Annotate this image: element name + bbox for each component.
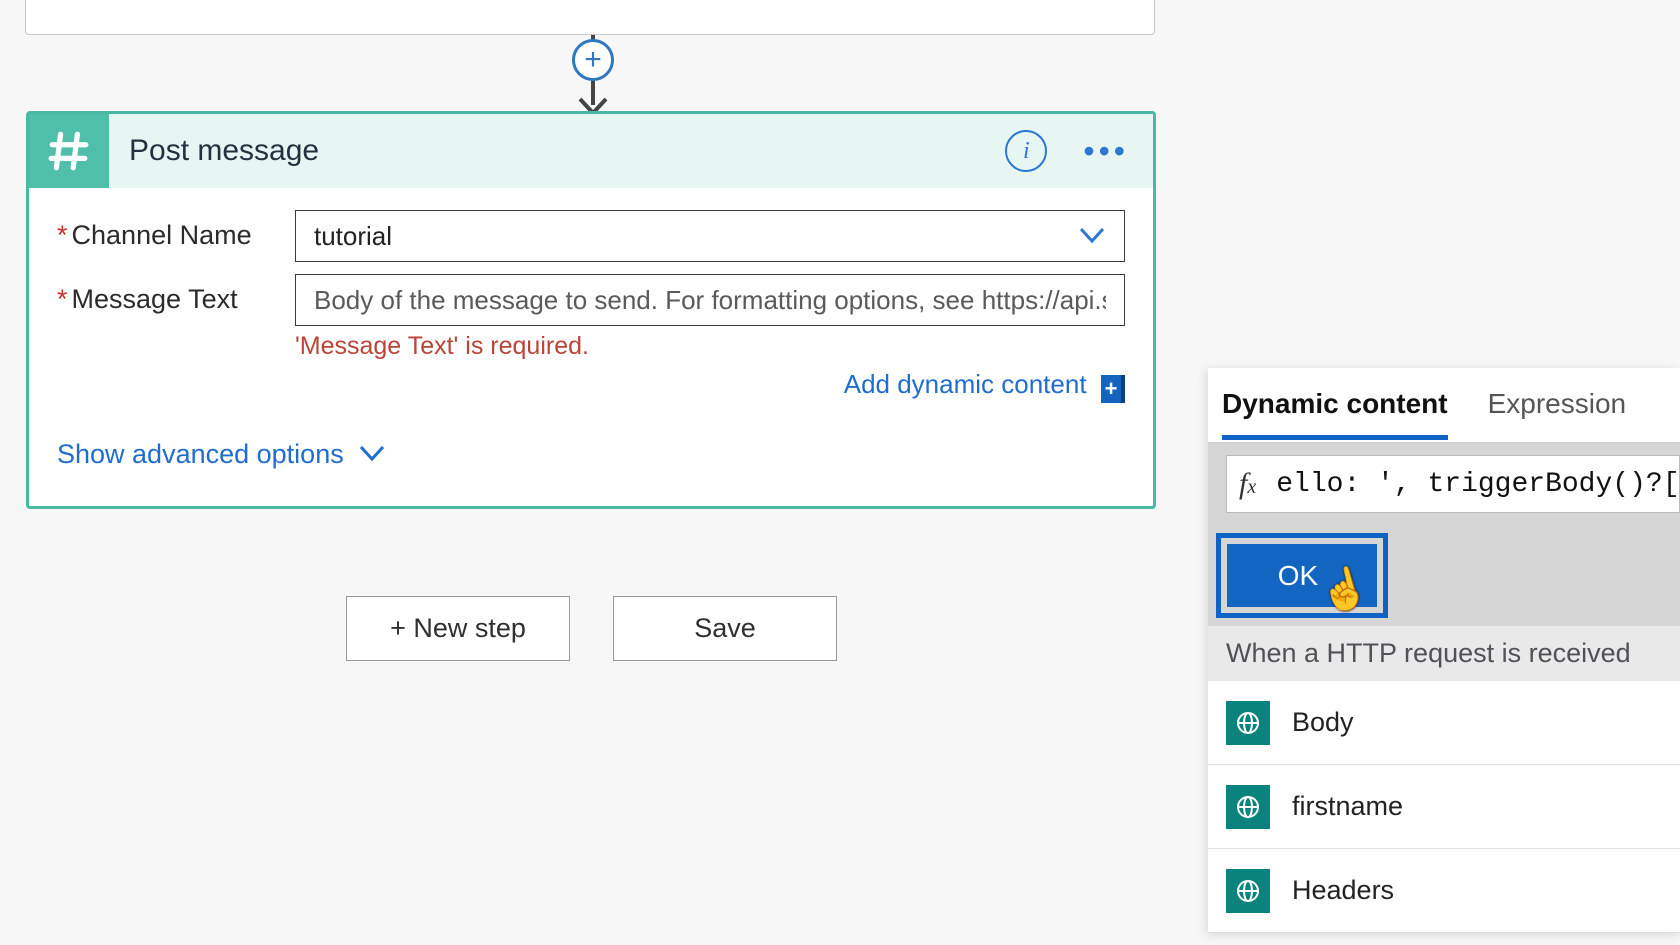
channel-name-select[interactable]: tutorial [295,210,1125,262]
channel-name-label: *Channel Name [57,210,295,251]
ok-button-highlight: OK ☝ [1216,533,1388,618]
dynamic-item-label: Body [1292,707,1354,738]
http-icon [1226,701,1270,745]
dynamic-content-panel: Dynamic content Expression fx ello: ', t… [1208,368,1680,933]
chevron-down-icon [358,439,386,470]
tab-expression[interactable]: Expression [1488,370,1627,440]
info-icon[interactable]: i [1005,130,1047,172]
add-dynamic-plus-icon[interactable]: + [1101,375,1125,403]
dynamic-section-header: When a HTTP request is received [1208,626,1680,681]
message-text-input-wrapper [295,274,1125,326]
message-text-error: 'Message Text' is required. [295,332,1125,361]
dynamic-item-label: Headers [1292,875,1394,906]
slack-hash-icon [29,114,109,188]
show-advanced-options-link[interactable]: Show advanced options [57,439,1125,470]
add-dynamic-content-link[interactable]: Add dynamic content [844,369,1087,399]
dynamic-item-body[interactable]: Body [1208,681,1680,765]
tab-dynamic-content[interactable]: Dynamic content [1222,370,1448,440]
new-step-button[interactable]: + New step [346,596,570,661]
dynamic-item-headers[interactable]: Headers [1208,849,1680,933]
channel-name-value: tutorial [314,221,1078,252]
more-menu-icon[interactable]: ••• [1083,133,1129,170]
expression-input[interactable]: fx ello: ', triggerBody()?['f [1226,455,1680,513]
save-button[interactable]: Save [613,596,837,661]
previous-step-card[interactable] [25,0,1155,35]
fx-icon: fx [1239,467,1256,501]
card-header[interactable]: Post message i ••• [29,114,1153,188]
http-icon [1226,785,1270,829]
card-title: Post message [129,134,1005,168]
http-icon [1226,869,1270,913]
add-step-plus-button[interactable]: + [572,39,614,81]
show-advanced-label: Show advanced options [57,439,344,470]
dynamic-item-label: firstname [1292,791,1403,822]
message-text-input[interactable] [314,285,1106,316]
expression-text: ello: ', triggerBody()?['f [1276,469,1680,500]
chevron-down-icon [1078,221,1106,252]
cursor-hand-icon: ☝ [1314,560,1374,618]
ok-button[interactable]: OK ☝ [1227,544,1377,607]
post-message-card: Post message i ••• *Channel Name tutoria… [26,111,1156,509]
message-text-label: *Message Text [57,274,295,315]
dynamic-item-firstname[interactable]: firstname [1208,765,1680,849]
